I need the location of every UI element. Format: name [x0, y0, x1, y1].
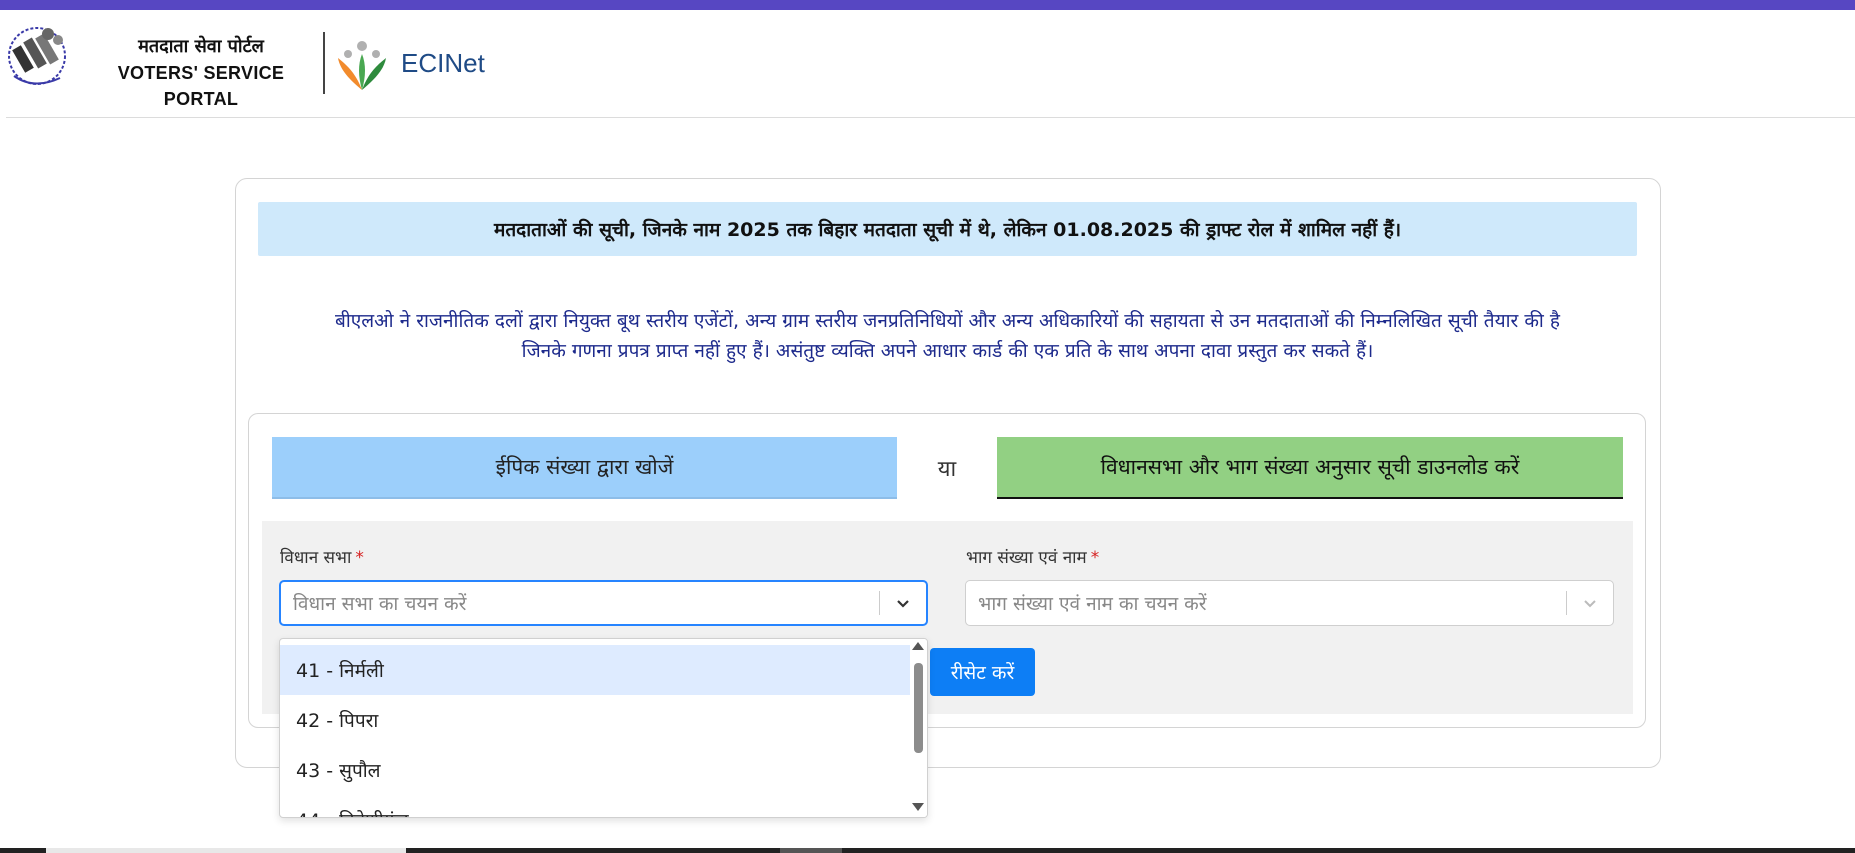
dropdown-option[interactable]: 42 - पिपरा — [280, 695, 910, 745]
top-accent-bar — [0, 0, 1855, 10]
vidhan-sabha-label-text: विधान सभा — [280, 548, 352, 568]
part-label-text: भाग संख्या एवं नाम — [966, 548, 1087, 568]
reset-button[interactable]: रीसेट करें — [930, 648, 1035, 696]
vidhan-sabha-placeholder[interactable]: विधान सभा का चयन करें — [281, 590, 879, 616]
header-divider — [323, 32, 325, 94]
vidhan-sabha-dropdown-menu[interactable]: 41 - निर्मली 42 - पिपरा 43 - सुपौल 44 - … — [279, 638, 928, 818]
notice-text: मतदाताओं की सूची, जिनके नाम 2025 तक बिहा… — [493, 219, 1402, 241]
chevron-down-icon[interactable] — [1567, 581, 1613, 625]
tab-search-by-epic[interactable]: ईपिक संख्या द्वारा खोजें — [272, 437, 897, 499]
description-text: बीएलओ ने राजनीतिक दलों द्वारा नियुक्त बू… — [270, 306, 1625, 366]
dropdown-option[interactable]: 43 - सुपौल — [280, 745, 910, 795]
scroll-down-arrow-icon[interactable] — [912, 803, 924, 811]
dropdown-option[interactable]: 41 - निर्मली — [280, 645, 910, 695]
part-select[interactable]: भाग संख्या एवं नाम का चयन करें — [965, 580, 1614, 626]
description-line-2: जिनके गणना प्रपत्र प्राप्त नहीं हुए हैं।… — [521, 340, 1374, 362]
tab-download-by-assembly-part[interactable]: विधानसभा और भाग संख्या अनुसार सूची डाउनल… — [997, 437, 1623, 499]
portal-brand: मतदाता सेवा पोर्टल VOTERS' SERVICE PORTA… — [86, 34, 316, 112]
dropdown-option[interactable]: 44 - त्रिवेणीगंज — [280, 795, 910, 817]
scroll-up-arrow-icon[interactable] — [912, 642, 924, 650]
chevron-down-icon[interactable] — [880, 582, 926, 624]
vidhan-sabha-label: विधान सभा * — [280, 545, 364, 568]
part-placeholder[interactable]: भाग संख्या एवं नाम का चयन करें — [966, 590, 1566, 616]
vidhan-sabha-select[interactable]: विधान सभा का चयन करें — [279, 580, 928, 626]
portal-name-english: VOTERS' SERVICE PORTAL — [117, 63, 285, 109]
bottom-bar-segment — [780, 848, 842, 853]
ecinet-logo-icon[interactable] — [334, 36, 390, 94]
bottom-bar-segment — [46, 848, 406, 853]
ecinet-brand-label[interactable]: ECINet — [401, 48, 485, 79]
tab-or-separator: या — [937, 457, 957, 482]
bottom-bar — [0, 848, 1855, 853]
dropdown-scrollbar[interactable] — [910, 639, 927, 817]
scrollbar-thumb[interactable] — [914, 663, 923, 753]
required-mark: * — [355, 548, 364, 568]
portal-name-hindi: मतदाता सेवा पोर्टल — [138, 36, 264, 57]
required-mark: * — [1090, 548, 1100, 568]
header-separator — [6, 117, 1855, 118]
eci-logo-icon[interactable] — [4, 20, 74, 96]
notice-banner: मतदाताओं की सूची, जिनके नाम 2025 तक बिहा… — [258, 202, 1637, 256]
description-line-1: बीएलओ ने राजनीतिक दलों द्वारा नियुक्त बू… — [335, 310, 1560, 332]
part-label: भाग संख्या एवं नाम * — [966, 545, 1099, 568]
